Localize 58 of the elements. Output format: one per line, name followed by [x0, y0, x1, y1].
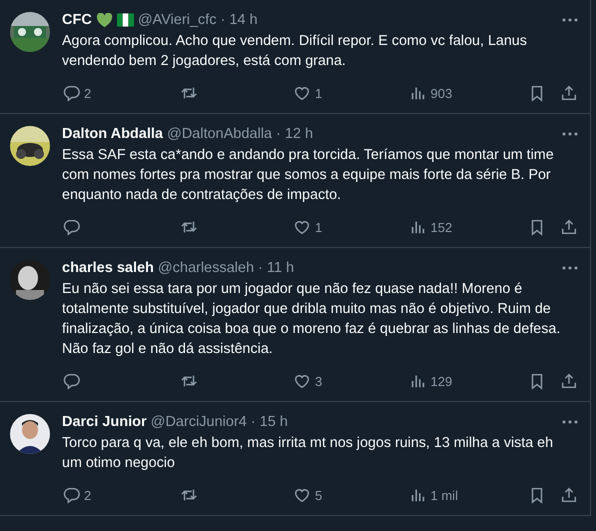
views-count: 152: [430, 220, 452, 234]
user-handle[interactable]: @DarciJunior4: [150, 414, 247, 430]
share-button[interactable]: [560, 84, 578, 102]
more-icon[interactable]: [562, 132, 578, 136]
views-count: 903: [430, 86, 452, 100]
reply-icon: [62, 372, 80, 390]
share-icon: [560, 372, 578, 390]
reply-button[interactable]: 2: [62, 84, 180, 102]
more-icon[interactable]: [562, 420, 578, 424]
like-button[interactable]: 1: [293, 218, 409, 236]
heart-icon: [293, 218, 312, 236]
share-icon: [560, 84, 578, 102]
reply-icon: [62, 84, 80, 102]
flag-icon: [116, 13, 134, 27]
user-name[interactable]: Darci Junior: [62, 414, 147, 430]
tweet-text: Essa SAF esta ca*ando e andando pra torcida. Teríamos que montar um time com nomes fortes pra mostrar que somos a equipe mais forte da série B. Por enquanto nada de contratações de impacto.: [62, 146, 555, 205]
views-button[interactable]: 903: [408, 84, 528, 102]
tweet-text: Eu não sei essa tara por um jogador que não fez quase nada!! Moreno é totalmente substituível, jogador que dribla muito mas não é objetivo. Ruim de finalização, a única coisa boa que o moreno faz é quebrar as linhas de defesa. Não faz gol e não dá assistência.: [62, 280, 562, 359]
user-handle[interactable]: @charlessaleh: [158, 260, 254, 276]
like-count: 5: [315, 488, 322, 502]
reply-icon: [62, 218, 80, 236]
views-button[interactable]: 129: [408, 372, 528, 390]
more-icon[interactable]: [562, 266, 578, 270]
like-count: 3: [315, 374, 322, 388]
like-count: 1: [315, 86, 322, 100]
timestamp[interactable]: · 15 h: [250, 414, 288, 430]
like-button[interactable]: 3: [293, 372, 409, 390]
views-button[interactable]: 152: [408, 218, 528, 236]
share-button[interactable]: [560, 486, 578, 504]
more-icon[interactable]: [562, 18, 578, 22]
reply-button[interactable]: 2: [62, 486, 180, 504]
like-button[interactable]: 1: [293, 84, 409, 102]
timestamp[interactable]: · 11 h: [258, 260, 294, 276]
user-handle[interactable]: @AVieri_cfc: [138, 12, 216, 28]
heart-icon: [96, 12, 113, 28]
share-button[interactable]: [560, 218, 578, 236]
timestamp[interactable]: · 14 h: [220, 12, 258, 28]
heart-icon: [293, 84, 312, 102]
like-button[interactable]: 5: [293, 486, 409, 504]
like-count: 1: [315, 220, 322, 234]
share-icon: [560, 486, 578, 504]
user-handle[interactable]: @DaltonAbdalla: [166, 126, 272, 142]
user-name[interactable]: Dalton Abdalla: [62, 126, 163, 142]
reply-count: 2: [84, 488, 92, 502]
reply-icon: [62, 486, 80, 504]
share-button[interactable]: [560, 372, 578, 390]
share-icon: [560, 218, 578, 236]
reply-count: 2: [84, 86, 92, 100]
user-name[interactable]: charles saleh: [62, 260, 154, 276]
tweet-text: Torco para q va, ele eh bom, mas irrita mt nos jogos ruins, 13 milha a vista eh um otimo negocio: [62, 434, 554, 473]
heart-icon: [293, 486, 312, 504]
views-count: 129: [430, 374, 452, 388]
heart-icon: [293, 372, 312, 390]
tweet-text: Agora complicou. Acho que vendem. Difícil repor. E como vc falou, Lanus vendendo bem 2 jogadores, está com grana.: [62, 32, 528, 71]
timestamp[interactable]: · 12 h: [276, 126, 314, 142]
views-button[interactable]: 1 mil: [408, 486, 528, 504]
views-count: 1 mil: [430, 488, 458, 502]
user-name[interactable]: CFC: [62, 12, 92, 28]
